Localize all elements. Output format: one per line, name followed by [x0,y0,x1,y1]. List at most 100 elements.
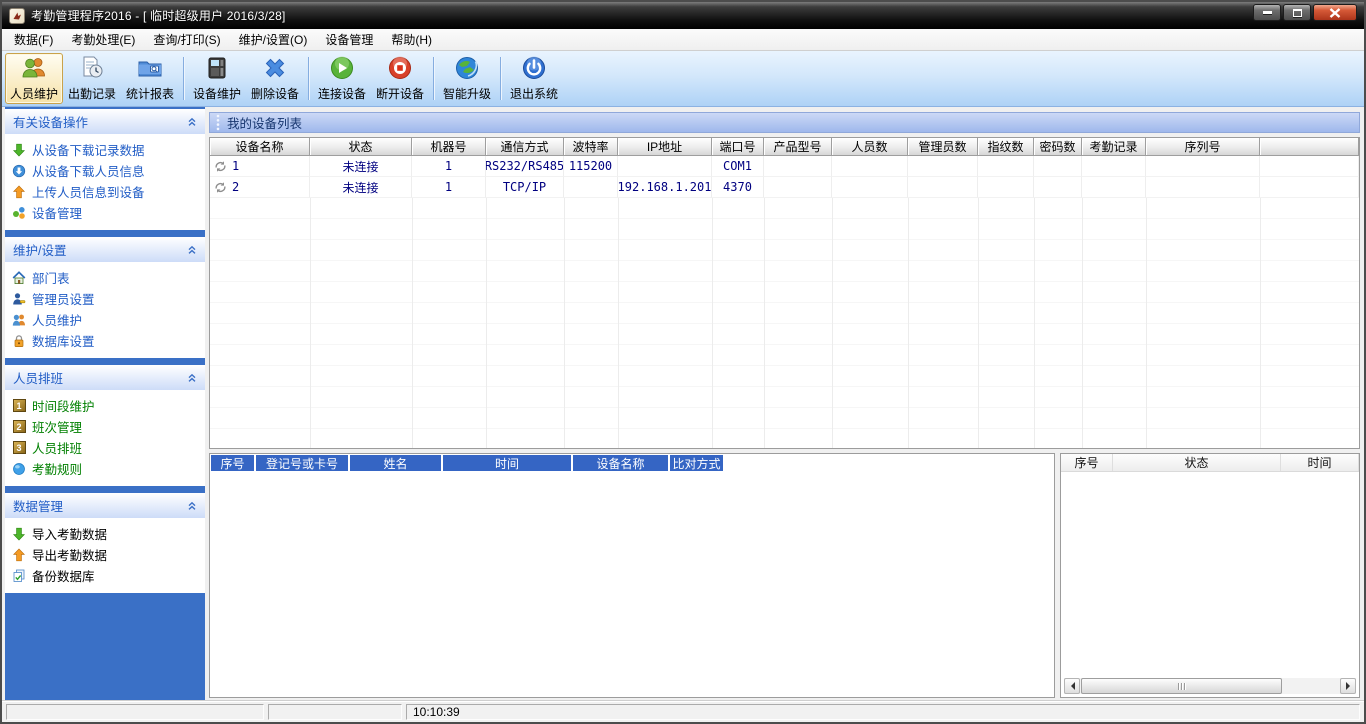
menu-device-management[interactable]: 设备管理 [316,29,382,50]
col-header-name[interactable]: 姓名 [350,455,441,471]
toolbar-button-personnel-maintenance[interactable]: 人员维护 [5,53,63,104]
scroll-left-button[interactable] [1064,678,1080,694]
horizontal-scrollbar[interactable] [1064,678,1356,694]
toolbar-button-statistics-report[interactable]: 统计报表 [121,53,179,104]
device-row-2-serial[interactable] [1146,177,1260,198]
device-row-2-ip[interactable]: 192.168.1.201 [618,177,712,198]
device-row-2-machine[interactable]: 1 [412,177,486,198]
collapse-chevron-icon[interactable] [187,373,197,383]
device-row-2-port[interactable]: 4370 [712,177,764,198]
menu-query-print[interactable]: 查询/打印(S) [144,29,229,50]
device-row-2-persons[interactable] [832,177,908,198]
section-header-maintenance-settings[interactable]: 维护/设置 [5,237,205,262]
col-header-serial-no[interactable]: 序列号 [1146,138,1260,156]
col-header-device-name[interactable]: 设备名称 [210,138,310,156]
col-header-product-model[interactable]: 产品型号 [764,138,832,156]
col-header-time[interactable]: 时间 [1281,454,1359,471]
col-header-comm-mode[interactable]: 通信方式 [486,138,564,156]
sidebar-item-attendance-rules[interactable]: 考勤规则 [12,458,203,479]
minimize-button[interactable] [1253,4,1281,21]
col-header-attendance-records[interactable]: 考勤记录 [1082,138,1146,156]
device-row-1-admins[interactable] [908,156,978,177]
col-header-admin-count[interactable]: 管理员数 [908,138,978,156]
sidebar-item-database-settings[interactable]: 数据库设置 [12,330,203,351]
col-header-device-name[interactable]: 设备名称 [573,455,668,471]
toolbar-button-delete-device[interactable]: 删除设备 [246,53,304,104]
col-header-status[interactable]: 状态 [310,138,412,156]
section-header-personnel-scheduling[interactable]: 人员排班 [5,365,205,390]
device-row-2-name[interactable]: 2 [210,177,310,198]
device-row-1-port[interactable]: COM1 [712,156,764,177]
device-row-1-status[interactable]: 未连接 [310,156,412,177]
sidebar-item-shift-management[interactable]: 2 班次管理 [12,416,203,437]
col-header-machine-no[interactable]: 机器号 [412,138,486,156]
sidebar-item-import-attendance-data[interactable]: 导入考勤数据 [12,523,203,544]
toolbar-button-attendance-records[interactable]: 出勤记录 [63,53,121,104]
sidebar-item-export-attendance-data[interactable]: 导出考勤数据 [12,544,203,565]
col-header-seq[interactable]: 序号 [1061,454,1113,471]
menu-maintenance-settings[interactable]: 维护/设置(O) [230,29,317,50]
sidebar-item-personnel-maintenance[interactable]: 人员维护 [12,309,203,330]
col-header-status[interactable]: 状态 [1113,454,1281,471]
maximize-button[interactable] [1283,4,1311,21]
toolbar-button-connect-device[interactable]: 连接设备 [313,53,371,104]
sidebar-item-download-records[interactable]: 从设备下载记录数据 [12,139,203,160]
sidebar-item-download-personnel[interactable]: 从设备下载人员信息 [12,160,203,181]
col-header-seq[interactable]: 序号 [211,455,254,471]
device-row-2-product[interactable] [764,177,832,198]
sidebar-item-department-table[interactable]: 部门表 [12,267,203,288]
device-row-2-comm[interactable]: TCP/IP [486,177,564,198]
device-row-1-machine[interactable]: 1 [412,156,486,177]
sidebar-item-backup-database[interactable]: 备份数据库 [12,565,203,586]
collapse-chevron-icon[interactable] [187,501,197,511]
col-header-baud-rate[interactable]: 波特率 [564,138,618,156]
device-row-1-product[interactable] [764,156,832,177]
col-header-person-count[interactable]: 人员数 [832,138,908,156]
device-row-2-status[interactable]: 未连接 [310,177,412,198]
section-header-device-operations[interactable]: 有关设备操作 [5,109,205,134]
attendance-records-panel: 序号 登记号或卡号 姓名 时间 设备名称 比对方式 [209,453,1055,698]
close-button[interactable] [1313,4,1357,21]
sidebar-item-admin-settings[interactable]: 管理员设置 [12,288,203,309]
device-row-1-ip[interactable] [618,156,712,177]
col-header-port[interactable]: 端口号 [712,138,764,156]
collapse-chevron-icon[interactable] [187,245,197,255]
col-header-password-count[interactable]: 密码数 [1034,138,1082,156]
col-header-time[interactable]: 时间 [443,455,571,471]
device-row-1-passwords[interactable] [1034,156,1082,177]
device-row-2-fingerprints[interactable] [978,177,1034,198]
device-row-1-persons[interactable] [832,156,908,177]
toolbar-button-exit-system[interactable]: 退出系统 [505,53,563,104]
sidebar-item-upload-personnel[interactable]: 上传人员信息到设备 [12,181,203,202]
toolbar-button-device-maintenance[interactable]: 设备维护 [188,53,246,104]
scrollbar-thumb[interactable] [1081,678,1282,694]
device-row-1-name[interactable]: 1 [210,156,310,177]
toolbar-button-smart-upgrade[interactable]: 智能升级 [438,53,496,104]
device-row-2-passwords[interactable] [1034,177,1082,198]
col-header-verify-mode[interactable]: 比对方式 [670,455,723,471]
device-row-1-baud[interactable]: 115200 [564,156,618,177]
device-row-2-baud[interactable] [564,177,618,198]
section-header-data-management[interactable]: 数据管理 [5,493,205,518]
sidebar-item-time-period-maintenance[interactable]: 1 时间段维护 [12,395,203,416]
menu-data[interactable]: 数据(F) [5,29,62,50]
device-row-2-admins[interactable] [908,177,978,198]
title-bar[interactable]: 考勤管理程序2016 - [ 临时超级用户 2016/3/28] [2,2,1364,29]
device-row-1-comm[interactable]: RS232/RS485 [486,156,564,177]
device-row-1-serial[interactable] [1146,156,1260,177]
col-header-ip-address[interactable]: IP地址 [618,138,712,156]
device-row-1-records[interactable] [1082,156,1146,177]
scroll-right-button[interactable] [1340,678,1356,694]
drag-grip-icon[interactable] [216,114,220,131]
menu-attendance-processing[interactable]: 考勤处理(E) [62,29,144,50]
device-row-2-records[interactable] [1082,177,1146,198]
sidebar-item-device-management[interactable]: 设备管理 [12,202,203,223]
toolbar-button-disconnect-device[interactable]: 断开设备 [371,53,429,104]
collapse-chevron-icon[interactable] [187,117,197,127]
sidebar-item-personnel-scheduling[interactable]: 3 人员排班 [12,437,203,458]
col-header-fingerprint-count[interactable]: 指纹数 [978,138,1034,156]
menu-help[interactable]: 帮助(H) [382,29,441,50]
col-header-id-or-card[interactable]: 登记号或卡号 [256,455,348,471]
device-row-1-fingerprints[interactable] [978,156,1034,177]
scrollbar-track[interactable] [1080,678,1340,694]
